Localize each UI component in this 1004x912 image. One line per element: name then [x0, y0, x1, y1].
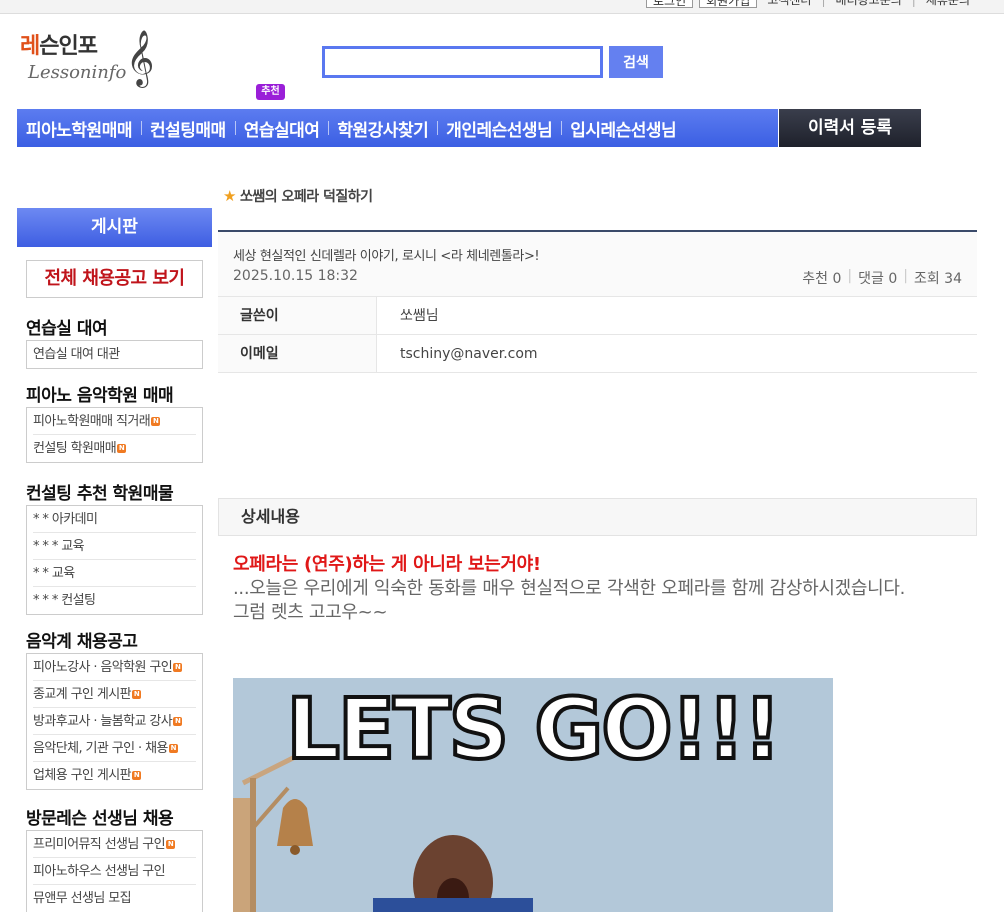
sidebar-section-visiting-lesson: 방문레슨 선생님 채용 프리미어뮤직 선생님 구인 N 피아노하우스 선생님 구인…: [26, 808, 203, 912]
post-title: 세상 현실적인 신데렐라 이야기, 로시니 <라 체네렌톨라>!: [233, 249, 540, 264]
divider: |: [847, 268, 853, 284]
signup-link[interactable]: 회원가입: [699, 0, 758, 8]
content-line: 그럼 렛츠 고고우~~: [233, 602, 388, 623]
sidebar-title: 게시판: [17, 208, 212, 247]
section-title: 컨설팅 추천 학원매물: [26, 484, 174, 504]
recommend-badge: 추천: [256, 84, 285, 100]
new-icon: N: [173, 716, 183, 726]
banner-ad-link[interactable]: 배너광고문의: [832, 0, 906, 8]
sidebar-link[interactable]: * * * 교육: [33, 533, 196, 560]
sidebar-section-music-jobs: 음악계 채용공고 피아노강사 · 음악학원 구인 N 종교계 구인 게시판 N 방과…: [26, 631, 203, 790]
email-row: 이메일 tschiny@naver.com: [218, 335, 977, 373]
sidebar-section-practice-room: 연습실 대여 연습실 대여 대관: [26, 318, 203, 369]
email-label: 이메일: [218, 335, 377, 372]
new-icon: N: [173, 662, 183, 672]
sidebar-link[interactable]: 프리미어뮤직 선생님 구인 N: [33, 831, 196, 858]
nav-private-lesson[interactable]: 개인레슨선생님: [437, 116, 561, 141]
lets-go-gif: LETS GO!!!: [233, 678, 833, 912]
post-stats: 추천 0 | 댓글 0 | 조회 34: [802, 268, 962, 288]
section-list: 피아노학원매매 직거래 N 컨설팅 학원매매 N: [26, 407, 203, 463]
view-count: 조회 34: [913, 271, 962, 287]
customer-center-link[interactable]: 고객센터: [763, 0, 815, 8]
section-list: 피아노강사 · 음악학원 구인 N 종교계 구인 게시판 N 방과후교사 · 늘봄학…: [26, 653, 203, 790]
section-title: 연습실 대여: [26, 319, 108, 339]
resume-register-button[interactable]: 이력서 등록: [779, 109, 921, 147]
new-icon: N: [131, 689, 141, 699]
new-icon: N: [131, 771, 141, 780]
author-label: 글쓴이: [218, 297, 377, 334]
nav-consulting-trade[interactable]: 컨설팅매매: [140, 116, 235, 141]
board-title: ★ 쏘쌤의 오페라 덕질하기: [223, 187, 373, 205]
nav-entrance-lesson[interactable]: 입시레슨선생님: [561, 116, 685, 141]
site-logo[interactable]: 레슨인포 Lessoninfo 𝄞: [18, 28, 163, 92]
divider: |: [903, 268, 908, 284]
content-headline: 오페라는 (연주)하는 게 아니라 보는거야!: [233, 554, 541, 575]
sidebar-link[interactable]: 뮤앤무 선생님 모집: [33, 885, 196, 912]
sidebar-link[interactable]: 피아노하우스 선생님 구인: [33, 858, 196, 885]
sidebar-link[interactable]: 연습실 대여 대관: [33, 341, 196, 368]
nav-piano-academy-trade[interactable]: 피아노학원매매: [17, 116, 141, 141]
sidebar-link[interactable]: * * * 컨설팅: [33, 587, 196, 614]
recommend-count: 추천 0: [802, 271, 842, 287]
new-icon: N: [151, 416, 161, 426]
top-links: 로그인 회원가입 고객센터 | 배너광고문의 | 제휴문의: [646, 0, 974, 8]
sidebar-link[interactable]: 컨설팅 학원매매 N: [33, 435, 196, 462]
section-title: 방문레슨 선생님 채용: [26, 809, 174, 829]
partnership-link[interactable]: 제휴문의: [922, 0, 974, 8]
view-all-jobs-button[interactable]: 전체 채용공고 보기: [26, 260, 203, 298]
comment-count: 댓글 0: [858, 271, 898, 287]
sidebar-link[interactable]: 방과후교사 · 늘봄학교 강사 N: [33, 708, 196, 735]
sidebar-link[interactable]: 피아노강사 · 음악학원 구인 N: [33, 654, 196, 681]
new-icon: N: [166, 839, 176, 849]
new-icon: N: [117, 444, 127, 453]
treble-clef-icon: 𝄞: [126, 30, 155, 86]
sidebar-link[interactable]: * * 교육: [33, 560, 196, 587]
top-bar: 로그인 회원가입 고객센터 | 배너광고문의 | 제휴문의: [0, 0, 1004, 14]
post-header: 세상 현실적인 신데렐라 이야기, 로시니 <라 체네렌톨라>! 2025.10…: [218, 230, 977, 297]
star-icon: ★: [223, 187, 236, 205]
sidebar-link[interactable]: 피아노학원매매 직거래 N: [33, 408, 196, 435]
search-button[interactable]: 검색: [609, 46, 663, 78]
detail-heading: 상세내용: [218, 498, 977, 536]
nav-practice-room[interactable]: 연습실대여: [234, 116, 329, 141]
sidebar-link[interactable]: 업체용 구인 게시판 N: [33, 762, 196, 789]
sidebar-section-academy-trade: 피아노 음악학원 매매 피아노학원매매 직거래 N 컨설팅 학원매매 N: [26, 385, 203, 463]
author-value: 쏘쌤님: [400, 308, 439, 324]
section-list: 프리미어뮤직 선생님 구인 N 피아노하우스 선생님 구인 뮤앤무 선생님 모집: [26, 830, 203, 912]
post-content: 오페라는 (연주)하는 게 아니라 보는거야! ...오늘은 우리에게 익숙한 …: [233, 553, 983, 625]
new-icon: N: [168, 743, 178, 753]
sidebar-link[interactable]: * * 아카데미: [33, 506, 196, 533]
gif-caption: LETS GO!!!: [284, 678, 783, 780]
main-nav: 피아노학원매매 컨설팅매매 연습실대여 학원강사찾기 개인레슨선생님 입시레슨선…: [17, 109, 778, 147]
email-value[interactable]: tschiny@naver.com: [377, 335, 538, 372]
section-title: 음악계 채용공고: [26, 632, 138, 652]
sidebar-link[interactable]: 종교계 구인 게시판 N: [33, 681, 196, 708]
section-list: 연습실 대여 대관: [26, 340, 203, 369]
divider: |: [821, 0, 826, 7]
post-date: 2025.10.15 18:32: [233, 268, 358, 284]
search-input[interactable]: [322, 46, 603, 78]
divider: |: [911, 0, 916, 7]
section-title: 피아노 음악학원 매매: [26, 386, 174, 406]
sidebar-section-recommended-listings: 컨설팅 추천 학원매물 * * 아카데미 * * * 교육 * * 교육 * *…: [26, 483, 203, 615]
login-link[interactable]: 로그인: [646, 0, 694, 8]
logo-korean: 레슨인포: [20, 34, 98, 59]
author-row: 글쓴이 쏘쌤님: [218, 297, 977, 335]
sidebar-link[interactable]: 음악단체, 기관 구인 · 채용 N: [33, 735, 196, 762]
nav-find-instructor[interactable]: 학원강사찾기: [328, 116, 437, 141]
logo-english: Lessoninfo: [28, 62, 127, 83]
section-list: * * 아카데미 * * * 교육 * * 교육 * * * 컨설팅: [26, 505, 203, 615]
content-line: ...오늘은 우리에게 익숙한 동화를 매우 현실적으로 각색한 오페라를 함께…: [233, 578, 906, 599]
